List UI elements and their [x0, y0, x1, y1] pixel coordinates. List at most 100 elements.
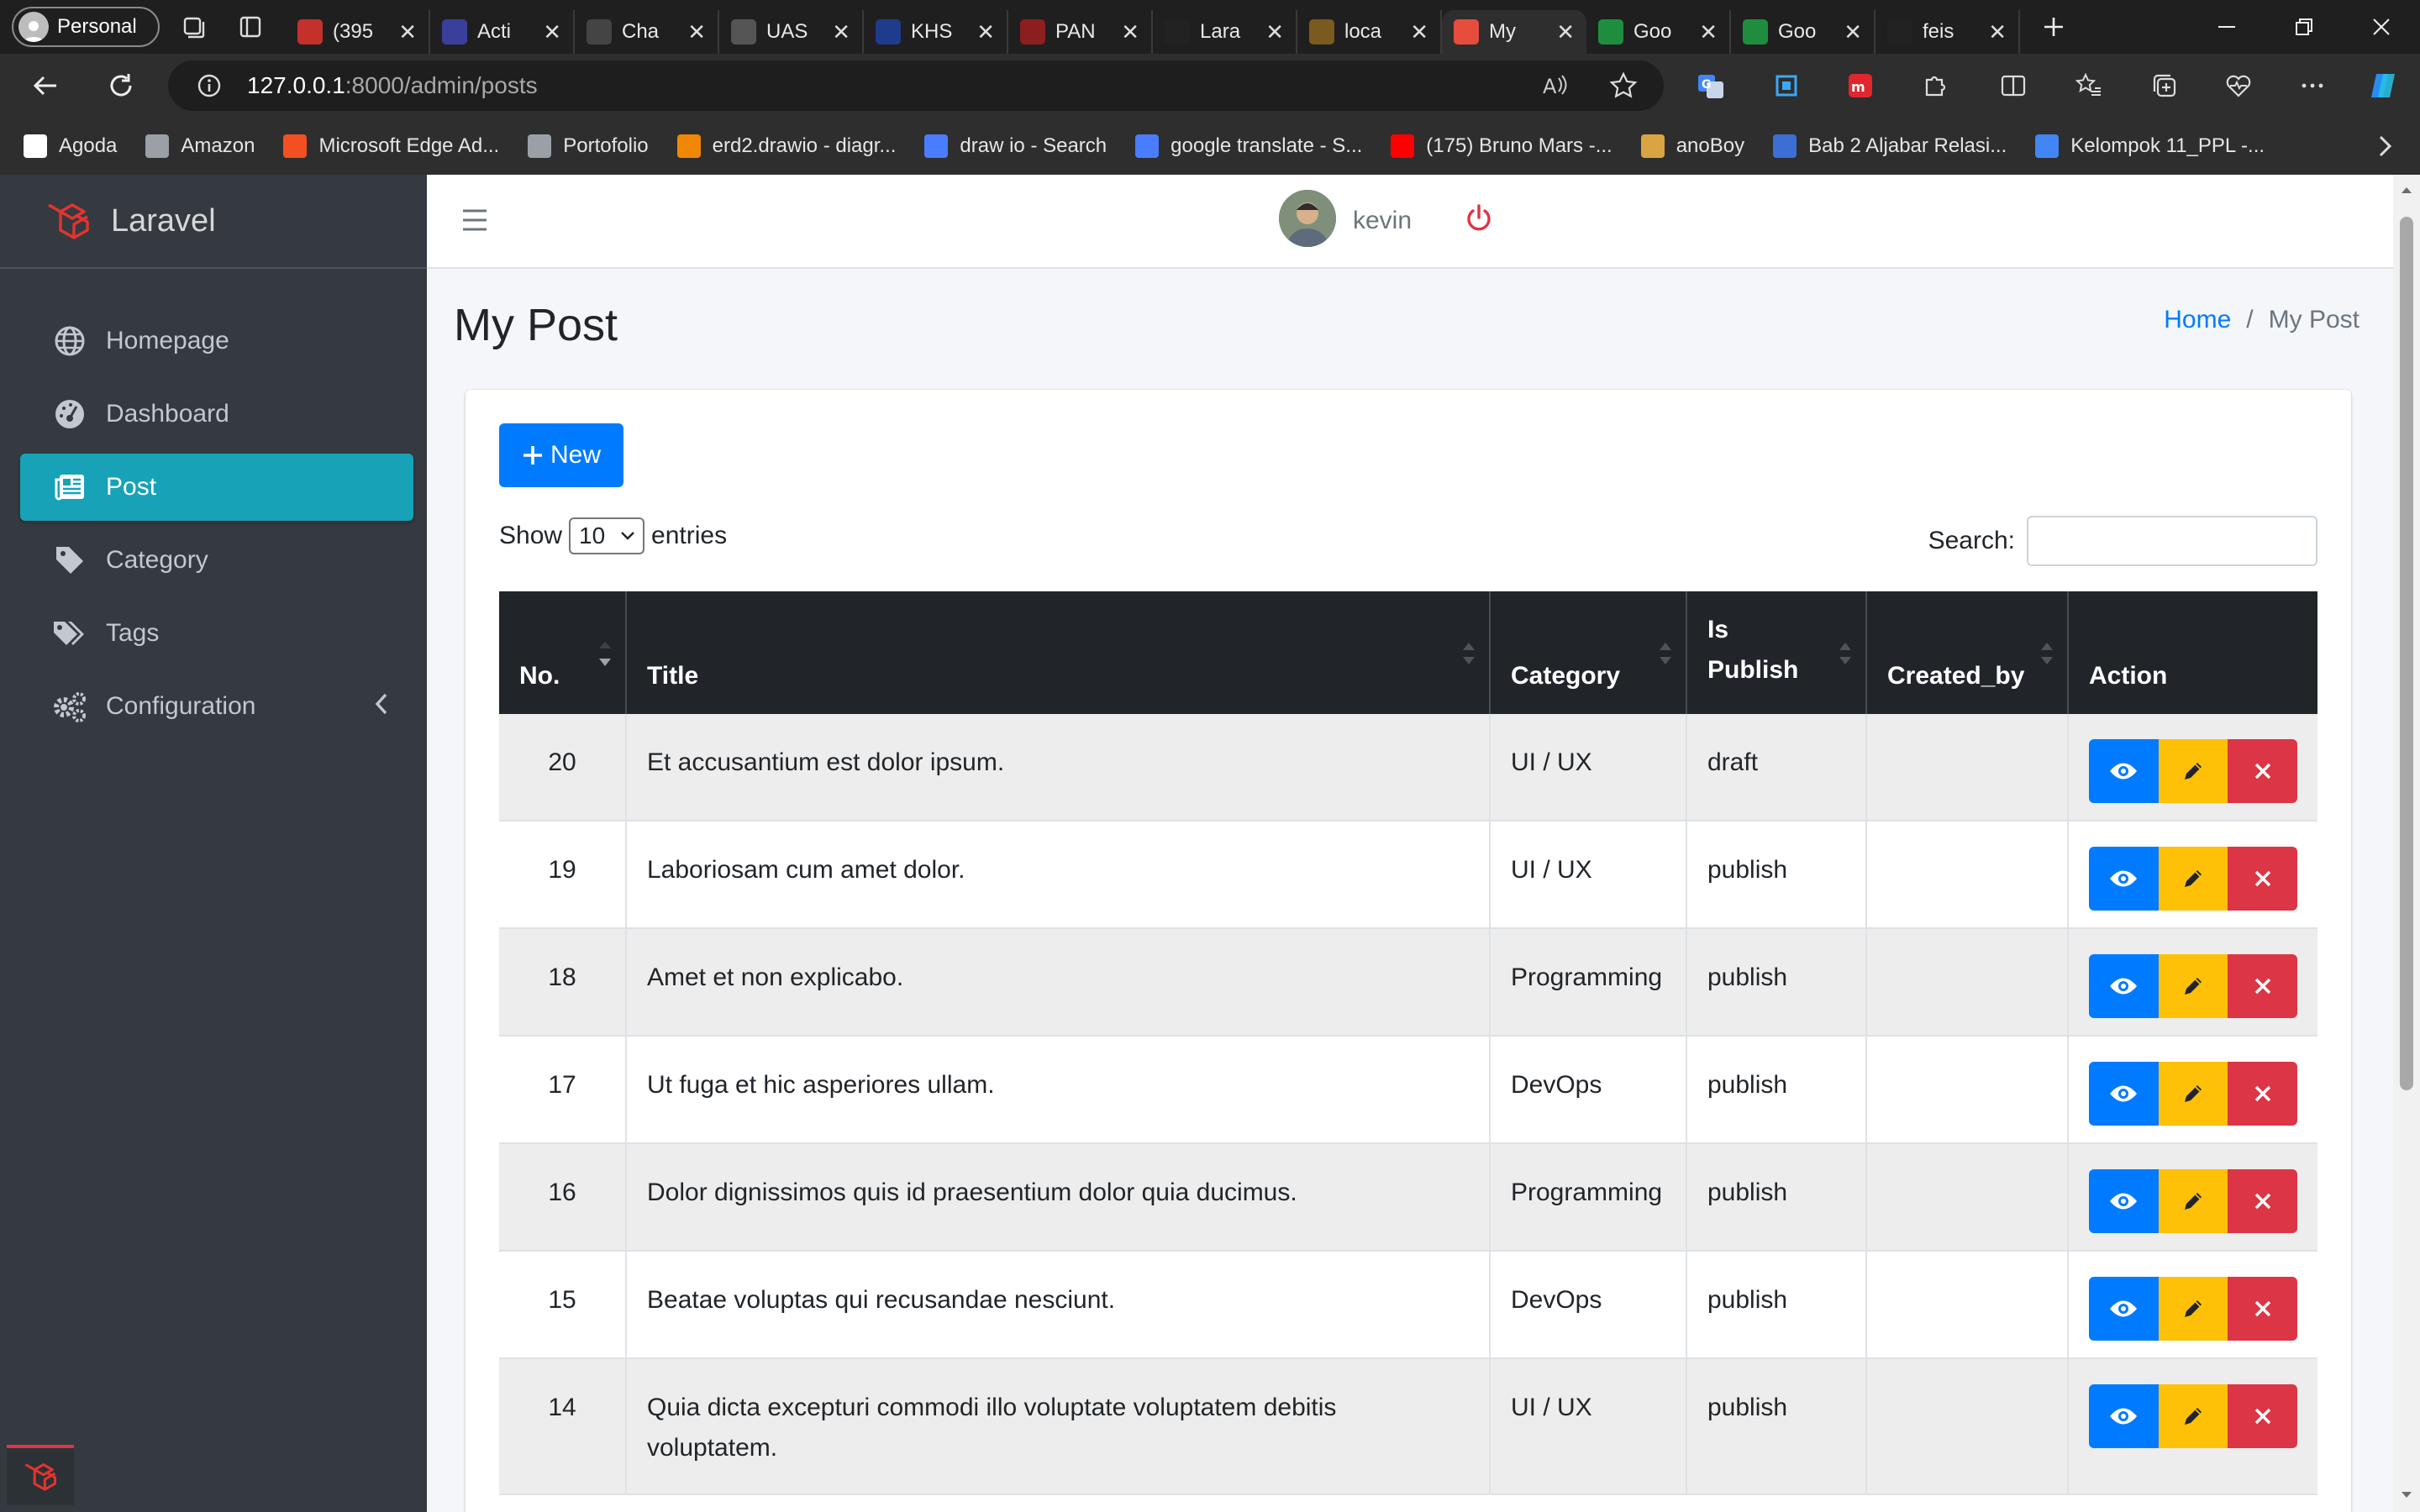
- debugbar-laravel-icon[interactable]: [7, 1445, 74, 1505]
- browser-tab[interactable]: loca ✕: [1297, 10, 1442, 54]
- browser-tab[interactable]: Goo ✕: [1731, 10, 1876, 54]
- sidebar-item-homepage[interactable]: Homepage: [20, 307, 413, 375]
- favorite-star-icon[interactable]: [1603, 66, 1644, 106]
- sidebar-item-tags[interactable]: Tags: [20, 600, 413, 667]
- edit-button[interactable]: [2158, 1062, 2228, 1126]
- edit-button[interactable]: [2158, 1384, 2228, 1448]
- column-header[interactable]: Title: [627, 591, 1491, 714]
- tab-close-icon[interactable]: ✕: [398, 19, 417, 45]
- browser-tab[interactable]: UAS ✕: [719, 10, 864, 54]
- delete-button[interactable]: [2228, 739, 2298, 803]
- copilot-icon[interactable]: [2363, 66, 2403, 106]
- restore-button[interactable]: [2265, 0, 2343, 54]
- tab-close-icon[interactable]: ✕: [976, 19, 995, 45]
- bookmark-item[interactable]: Bab 2 Aljabar Relasi...: [1773, 134, 2007, 158]
- browser-tab[interactable]: feis ✕: [1876, 10, 2020, 54]
- bookmark-item[interactable]: draw io - Search: [924, 134, 1107, 158]
- delete-button[interactable]: [2228, 1384, 2298, 1448]
- entries-select[interactable]: 10: [569, 517, 645, 554]
- bookmarks-overflow-chevron-icon[interactable]: [2375, 133, 2395, 160]
- browser-tab[interactable]: Acti ✕: [430, 10, 575, 54]
- page-scrollbar[interactable]: [2393, 175, 2420, 1512]
- bookmark-item[interactable]: (175) Bruno Mars -...: [1391, 134, 1612, 158]
- bookmark-item[interactable]: google translate - S...: [1135, 134, 1362, 158]
- browser-tab[interactable]: (395 ✕: [286, 10, 430, 54]
- view-button[interactable]: [2089, 1277, 2159, 1341]
- user-name[interactable]: kevin: [1353, 207, 1412, 235]
- browser-tab[interactable]: My ✕: [1442, 10, 1586, 54]
- breadcrumb-home-link[interactable]: Home: [2164, 306, 2231, 334]
- sidebar-item-category[interactable]: Category: [20, 527, 413, 594]
- close-window-button[interactable]: [2343, 0, 2420, 54]
- new-tab-button[interactable]: [2028, 2, 2079, 52]
- extensions-puzzle-icon[interactable]: [1914, 66, 1954, 106]
- column-header[interactable]: Created_by: [1867, 591, 2069, 714]
- performance-heart-icon[interactable]: [2218, 66, 2259, 106]
- favorites-icon[interactable]: [2069, 66, 2109, 106]
- bookmark-item[interactable]: anoBoy: [1640, 134, 1744, 158]
- profile-button[interactable]: Personal: [12, 7, 160, 47]
- tab-close-icon[interactable]: ✕: [1265, 19, 1284, 45]
- browser-tab[interactable]: Lara ✕: [1153, 10, 1297, 54]
- site-info-icon[interactable]: [197, 73, 222, 98]
- screenshot-icon[interactable]: [1766, 66, 1807, 106]
- edit-button[interactable]: [2158, 847, 2228, 911]
- tab-close-icon[interactable]: ✕: [1988, 19, 2007, 45]
- more-menu-icon[interactable]: [2292, 66, 2333, 106]
- address-bar[interactable]: 127.0.0.1:8000/admin/posts: [168, 60, 1664, 111]
- bookmark-item[interactable]: Microsoft Edge Ad...: [283, 134, 499, 158]
- sidebar-item-dashboard[interactable]: Dashboard: [20, 381, 413, 448]
- delete-button[interactable]: [2228, 1277, 2298, 1341]
- scroll-up-arrow-icon[interactable]: [2400, 185, 2413, 195]
- tab-close-icon[interactable]: ✕: [1699, 19, 1718, 45]
- tab-close-icon[interactable]: ✕: [1844, 19, 1862, 45]
- tab-actions-icon[interactable]: [227, 3, 274, 50]
- edit-button[interactable]: [2158, 739, 2228, 803]
- edit-button[interactable]: [2158, 1169, 2228, 1233]
- edit-button[interactable]: [2158, 954, 2228, 1018]
- minimize-button[interactable]: [2188, 0, 2265, 54]
- tab-close-icon[interactable]: ✕: [687, 19, 706, 45]
- tab-close-icon[interactable]: ✕: [543, 19, 561, 45]
- tab-close-icon[interactable]: ✕: [832, 19, 850, 45]
- view-button[interactable]: [2089, 1169, 2159, 1233]
- bookmark-item[interactable]: Agoda: [24, 134, 117, 158]
- reload-button[interactable]: [96, 60, 146, 111]
- new-post-button[interactable]: New: [499, 423, 623, 487]
- delete-button[interactable]: [2228, 954, 2298, 1018]
- read-aloud-icon[interactable]: A: [1534, 66, 1575, 106]
- browser-tab[interactable]: Goo ✕: [1586, 10, 1731, 54]
- brand-link[interactable]: Laravel: [0, 175, 427, 269]
- view-button[interactable]: [2089, 1384, 2159, 1448]
- scrollbar-thumb[interactable]: [2400, 217, 2413, 1090]
- browser-tab[interactable]: PAN ✕: [1008, 10, 1153, 54]
- workspaces-icon[interactable]: [170, 3, 217, 50]
- scroll-down-arrow-icon[interactable]: [2400, 1490, 2413, 1500]
- column-header[interactable]: Category: [1491, 591, 1687, 714]
- browser-tab[interactable]: Cha ✕: [575, 10, 719, 54]
- view-button[interactable]: [2089, 954, 2159, 1018]
- edit-button[interactable]: [2158, 1277, 2228, 1341]
- bookmark-item[interactable]: Kelompok 11_PPL -...: [2035, 134, 2265, 158]
- sidebar-item-post[interactable]: Post: [20, 454, 413, 521]
- bookmark-item[interactable]: erd2.drawio - diagr...: [676, 134, 896, 158]
- sidebar-item-configuration[interactable]: Configuration: [20, 673, 413, 740]
- back-button[interactable]: [20, 60, 71, 111]
- bookmark-item[interactable]: Portofolio: [528, 134, 649, 158]
- tab-close-icon[interactable]: ✕: [1121, 19, 1139, 45]
- split-screen-icon[interactable]: [1993, 66, 2033, 106]
- search-input[interactable]: [2027, 516, 2317, 566]
- column-header[interactable]: No.: [499, 591, 627, 714]
- avatar[interactable]: [1279, 190, 1336, 247]
- logout-power-icon[interactable]: [1464, 203, 1494, 234]
- column-header[interactable]: Is Publish: [1687, 591, 1867, 714]
- collections-icon[interactable]: [2144, 66, 2185, 106]
- delete-button[interactable]: [2228, 1169, 2298, 1233]
- tab-close-icon[interactable]: ✕: [1410, 19, 1428, 45]
- delete-button[interactable]: [2228, 847, 2298, 911]
- view-button[interactable]: [2089, 847, 2159, 911]
- extension-red-icon[interactable]: m: [1840, 66, 1881, 106]
- view-button[interactable]: [2089, 739, 2159, 803]
- browser-tab[interactable]: KHS ✕: [864, 10, 1008, 54]
- delete-button[interactable]: [2228, 1062, 2298, 1126]
